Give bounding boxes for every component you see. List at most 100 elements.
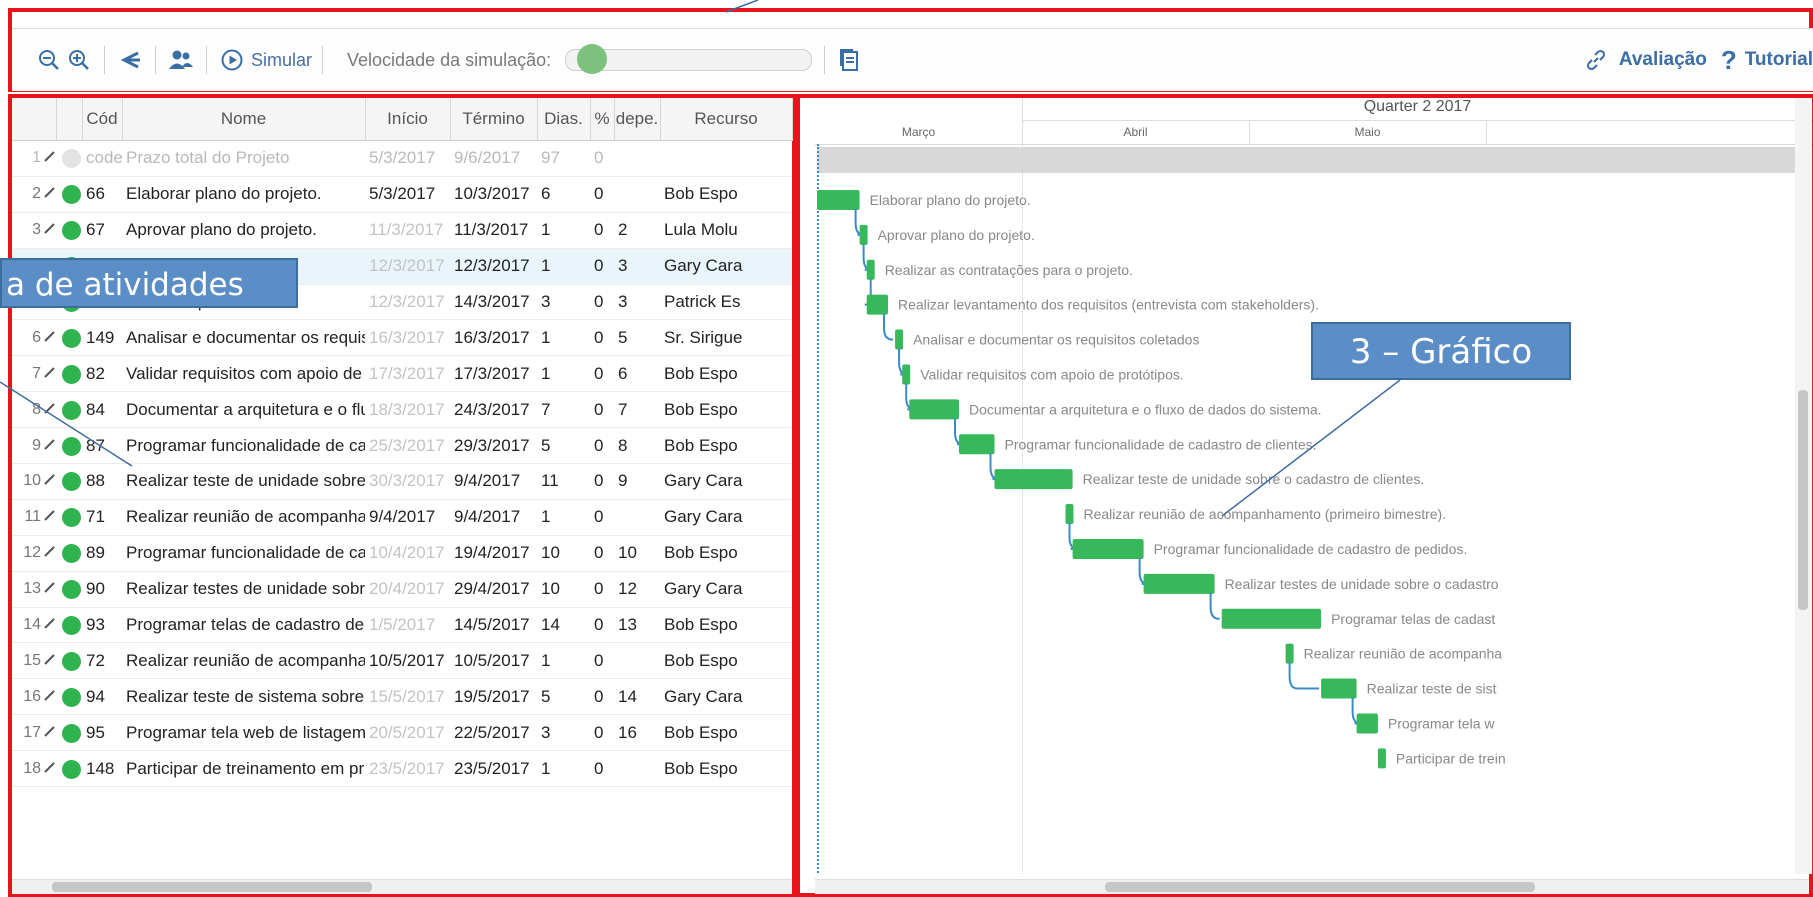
cell-dep[interactable]: 8 [614,427,660,465]
cell-days[interactable]: 1 [537,212,590,249]
cell-code[interactable]: 90 [82,571,122,608]
cell-days[interactable]: 1 [537,750,590,788]
cell-code[interactable]: 72 [82,642,122,680]
table-row[interactable]: 9 87 Programar funcionalidade de ca 25/3/20… [12,427,792,465]
cell-name[interactable]: Analisar e documentar os requis [122,319,365,357]
gantt-bar[interactable] [817,189,860,210]
edit-pencil-icon[interactable] [44,150,56,163]
table-row[interactable]: 13 90 Realizar testes de unidade sobr 20/4/… [12,571,792,608]
column-header-code[interactable]: Cód [82,98,123,141]
cell-end[interactable]: 11/3/2017 [450,212,537,249]
cell-dep[interactable] [614,140,660,177]
cell-dep[interactable]: 10 [614,535,660,572]
cell-dep[interactable]: 2 [614,212,660,249]
cell-code[interactable]: 82 [82,355,122,393]
cell-name[interactable]: Realizar teste de sistema sobre [122,678,365,716]
cell-name[interactable]: Programar funcionalidade de ca [122,427,365,465]
cell-start[interactable]: 10/5/2017 [365,642,450,680]
edit-pencil-icon[interactable] [44,617,56,629]
tutorial-link[interactable]: Tutorial [1745,49,1813,71]
cell-end[interactable]: 9/4/2017 [450,499,537,536]
cell-end[interactable]: 9/4/2017 [450,463,537,500]
cell-dep[interactable]: 5 [614,319,660,357]
cell-days[interactable]: 10 [537,571,590,608]
cell-name[interactable]: Documentar a arquitetura e o flu [122,391,365,429]
cell-pct[interactable]: 0 [590,284,614,321]
cell-start[interactable]: 18/3/2017 [365,391,450,429]
gantt-scroll-thumb[interactable] [1798,390,1808,610]
cell-end[interactable]: 24/3/2017 [450,391,537,429]
cell-code[interactable]: 93 [82,607,122,644]
column-header-start[interactable]: Início [365,98,451,141]
cell-pct[interactable]: 0 [590,607,614,644]
cell-end[interactable]: 14/3/2017 [450,284,537,321]
users-icon[interactable] [166,45,196,75]
cell-end[interactable]: 29/4/2017 [450,571,537,608]
slider-knob[interactable] [576,44,607,74]
gantt-bar[interactable] [859,224,868,245]
cell-start[interactable]: 12/3/2017 [365,248,450,285]
cell-days[interactable]: 1 [537,319,590,357]
cell-days[interactable]: 1 [537,499,590,536]
table-horizontal-scrollbar[interactable] [12,879,792,894]
cell-start[interactable]: 5/3/2017 [365,140,450,177]
cell-end[interactable]: 12/3/2017 [450,248,537,285]
cell-dep[interactable]: 13 [614,607,660,644]
cell-end[interactable]: 14/5/2017 [450,607,537,644]
cell-code[interactable]: 149 [82,319,122,357]
column-header-end[interactable]: Término [450,98,538,141]
cell-dep[interactable]: 16 [614,714,660,752]
gantt-bar[interactable] [1065,504,1074,525]
cell-end[interactable]: 22/5/2017 [450,714,537,752]
cell-name[interactable]: Prazo total do Projeto [122,140,365,177]
cell-pct[interactable]: 0 [590,714,614,752]
cell-code[interactable]: code [82,140,122,177]
column-header-dependency[interactable]: depe. [614,98,661,141]
cell-days[interactable]: 3 [537,284,590,321]
cell-start[interactable]: 11/3/2017 [365,212,450,249]
cell-res[interactable]: Bob Espo [660,714,792,752]
table-row[interactable]: 1 code Prazo total do Projeto 5/3/2017 9/6/2… [12,140,792,177]
cell-dep[interactable]: 3 [614,284,660,321]
cell-dep[interactable]: 3 [614,248,660,285]
cell-res[interactable]: Bob Espo [660,355,792,393]
evaluation-link[interactable]: Avaliação [1619,49,1707,71]
gantt-bar[interactable] [895,329,904,350]
cell-pct[interactable]: 0 [590,571,614,608]
share-icon[interactable] [115,45,145,75]
cell-dep[interactable]: 7 [614,391,660,429]
gantt-bar[interactable] [1072,538,1144,559]
column-header-resource[interactable]: Recurso [660,98,793,141]
cell-start[interactable]: 20/5/2017 [365,714,450,752]
table-row[interactable]: 11 71 Realizar reunião de acompanha 9/4/201… [12,499,792,536]
cell-pct[interactable]: 0 [590,535,614,572]
cell-pct[interactable]: 0 [590,678,614,716]
gantt-bar[interactable] [1356,713,1378,734]
cell-days[interactable]: 5 [537,678,590,716]
cell-res[interactable]: Gary Cara [660,463,792,500]
cell-pct[interactable]: 0 [590,355,614,393]
cell-dep[interactable] [614,499,660,536]
cell-dep[interactable] [614,750,660,788]
cell-end[interactable]: 10/3/2017 [450,176,537,213]
cell-res[interactable]: Bob Espo [660,391,792,429]
cell-end[interactable]: 19/4/2017 [450,535,537,572]
cell-code[interactable]: 67 [82,212,122,249]
cell-name[interactable]: Elaborar plano do projeto. [122,176,365,213]
cell-start[interactable]: 9/4/2017 [365,499,450,536]
cell-end[interactable]: 23/5/2017 [450,750,537,788]
edit-pencil-icon[interactable] [44,581,56,593]
cell-pct[interactable]: 0 [590,499,614,536]
cell-start[interactable]: 1/5/2017 [365,607,450,644]
cell-dep[interactable]: 12 [614,571,660,608]
edit-pencil-icon[interactable] [44,330,56,342]
simulation-speed-slider[interactable] [565,44,813,74]
edit-pencil-icon[interactable] [44,186,56,199]
table-row[interactable]: 7 82 Validar requisitos com apoio de 17/3/2… [12,355,792,393]
cell-pct[interactable]: 0 [590,642,614,680]
cell-dep[interactable]: 6 [614,355,660,393]
edit-pencil-icon[interactable] [44,689,56,701]
cell-start[interactable]: 16/3/2017 [365,319,450,357]
cell-code[interactable]: 94 [82,678,122,716]
edit-pencil-icon[interactable] [44,402,56,414]
